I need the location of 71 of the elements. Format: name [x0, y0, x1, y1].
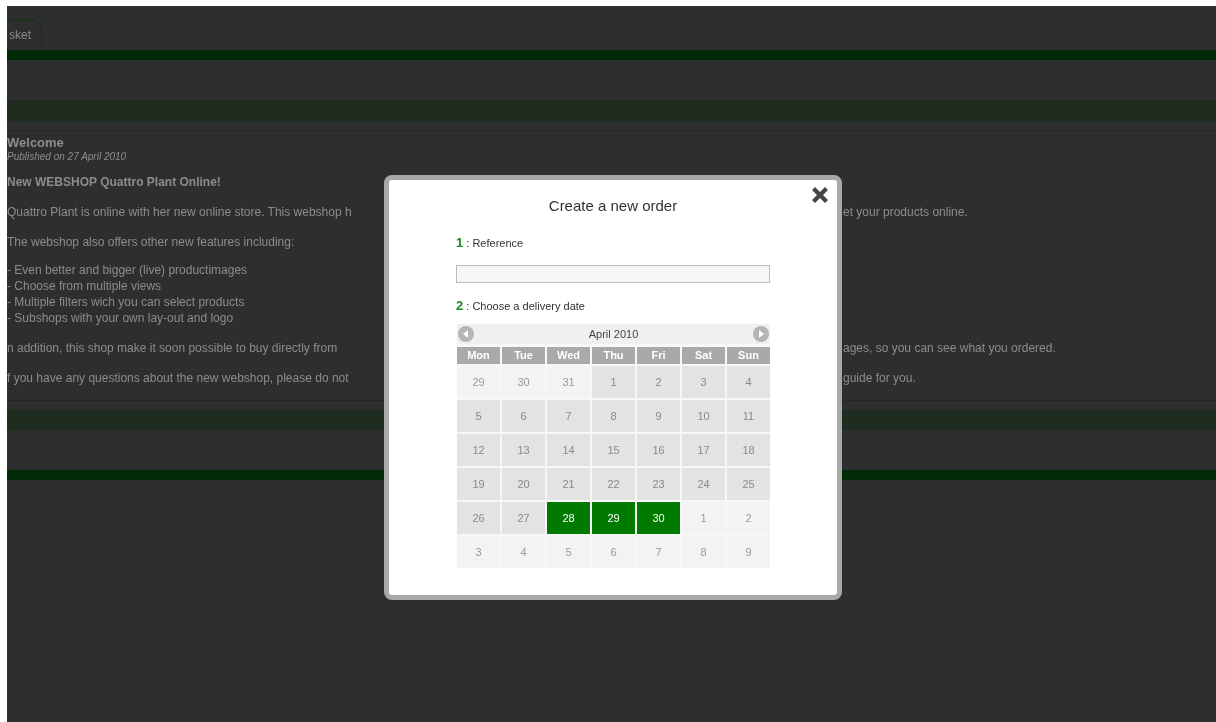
day-cell: 1	[682, 502, 725, 534]
day-cell: 31	[547, 366, 590, 398]
day-cell: 24	[682, 468, 725, 500]
feature-item: - Multiple filters wich you can select products	[7, 294, 245, 310]
day-cell: 12	[457, 434, 500, 466]
day-cell: 2	[637, 366, 680, 398]
day-cell: 19	[457, 468, 500, 500]
weekday-header: Fri	[637, 347, 680, 364]
weekday-header: Sun	[727, 347, 770, 364]
weekday-header: Wed	[547, 347, 590, 364]
day-cell: 27	[502, 502, 545, 534]
paragraph-text: n addition, this shop make it soon possible to buy directly from	[7, 341, 339, 356]
paragraph-text: f you have any questions about the new webshop, please do not	[7, 371, 350, 386]
day-cell: 6	[502, 400, 545, 432]
paragraph-text: et your products online.	[843, 205, 969, 220]
day-cell: 7	[547, 400, 590, 432]
weekday-header: Tue	[502, 347, 545, 364]
day-cell[interactable]: 29	[592, 502, 635, 534]
day-cell: 8	[682, 536, 725, 568]
next-month-icon[interactable]	[753, 326, 769, 342]
paragraph-text: ages, so you can see what you ordered.	[843, 341, 1057, 356]
day-cell: 3	[457, 536, 500, 568]
day-cell: 2	[727, 502, 770, 534]
day-cell: 9	[727, 536, 770, 568]
day-cell: 29	[457, 366, 500, 398]
paragraph-text: The webshop also offers other new features including:	[7, 235, 296, 250]
day-cell: 15	[592, 434, 635, 466]
feature-item: - Choose from multiple views	[7, 278, 162, 294]
day-cell: 4	[502, 536, 545, 568]
day-cell: 9	[637, 400, 680, 432]
step-label: 2 : Choose a delivery date	[456, 298, 586, 314]
day-cell: 13	[502, 434, 545, 466]
day-cell[interactable]: 28	[547, 502, 590, 534]
previous-month-icon[interactable]	[458, 326, 474, 342]
dialog-title: Create a new order	[547, 196, 679, 216]
paragraph-text: Quattro Plant is online with her new online store. This webshop h	[7, 205, 353, 220]
day-cell: 1	[592, 366, 635, 398]
day-cell: 5	[457, 400, 500, 432]
publish-date: Published on 27 April 2010	[7, 150, 127, 163]
article-heading: New WEBSHOP Quattro Plant Online!	[7, 175, 221, 190]
article-title: Welcome	[7, 136, 64, 150]
day-cell: 23	[637, 468, 680, 500]
step-label: 1 : Reference	[456, 235, 525, 251]
feature-item: - Subshops with your own lay-out and logo	[7, 310, 234, 326]
day-cell: 6	[592, 536, 635, 568]
day-cell: 18	[727, 434, 770, 466]
day-cell: 26	[457, 502, 500, 534]
weekday-header: Thu	[592, 347, 635, 364]
day-cell: 22	[592, 468, 635, 500]
day-cell: 4	[727, 366, 770, 398]
day-cell: 25	[727, 468, 770, 500]
weekday-header: Sat	[682, 347, 725, 364]
weekday-header: Mon	[457, 347, 500, 364]
day-cell: 16	[637, 434, 680, 466]
month-label: April 2010	[588, 328, 639, 340]
day-cell: 5	[547, 536, 590, 568]
feature-item: - Even better and bigger (live) productimages	[7, 262, 248, 278]
day-cell: 21	[547, 468, 590, 500]
day-cell: 10	[682, 400, 725, 432]
reference-input[interactable]	[456, 265, 770, 283]
day-cell: 3	[682, 366, 725, 398]
day-cell: 30	[502, 366, 545, 398]
day-cell: 14	[547, 434, 590, 466]
day-cell: 8	[592, 400, 635, 432]
day-cell: 20	[502, 468, 545, 500]
day-cell: 7	[637, 536, 680, 568]
paragraph-text: guide for you.	[843, 371, 917, 386]
close-icon[interactable]	[811, 186, 829, 204]
day-cell: 17	[682, 434, 725, 466]
day-cell: 11	[727, 400, 770, 432]
day-cell[interactable]: 30	[637, 502, 680, 534]
